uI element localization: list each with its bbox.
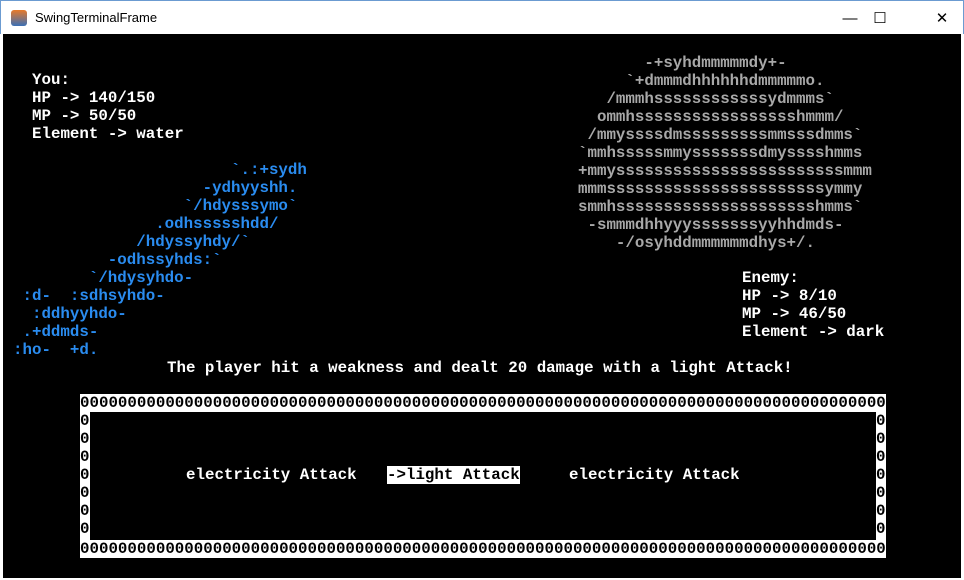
enemy-art-line: -+syhdmmmmmdy+- — [644, 54, 787, 72]
player-element: Element -> water — [32, 125, 184, 143]
player-art-line: :ddhyyhdo- — [31, 305, 127, 323]
player-art-line: .+ddmds- — [22, 323, 99, 341]
player-art-line: /hdyssyhdy/` — [136, 233, 250, 251]
menu-border-bottom: 0000000000000000000000000000000000000000… — [80, 540, 886, 558]
close-button[interactable]: ✕ — [919, 1, 964, 35]
enemy-hp: HP -> 8/10 — [742, 287, 837, 305]
player-art-line: :d- :sdhsyhdo- — [22, 287, 165, 305]
java-app-icon — [11, 10, 27, 26]
enemy-art-line: /mmmhssssssssssssydmmms` — [606, 90, 834, 108]
player-art-line: `/hdysssymo` — [183, 197, 298, 215]
player-art-line: `/hdysyhdo- — [88, 269, 194, 287]
player-art-line: -ydhyyshh. — [202, 179, 298, 197]
player-hp: HP -> 140/150 — [32, 89, 156, 107]
player-mp: MP -> 50/50 — [32, 107, 137, 125]
player-art-line: `.:+sydh — [231, 161, 307, 179]
enemy-art-line: -smmmdhhyyysssssssyyhhdmds- — [587, 216, 844, 234]
enemy-art-line: /mmyssssdmsssssssssmmsssdmms` — [587, 126, 863, 144]
action-electricity-attack-2[interactable]: electricity Attack — [569, 466, 740, 484]
enemy-art-line: `mmhsssssmmysssssssdmysssshmms — [578, 144, 863, 162]
menu-border-top: 0000000000000000000000000000000000000000… — [80, 394, 886, 412]
player-art-line: :ho- +d. — [13, 341, 99, 359]
enemy-mp: MP -> 46/50 — [742, 305, 847, 323]
enemy-art-line: -/osyhddmmmmmmdhys+/. — [578, 234, 815, 252]
title-bar: SwingTerminalFrame — ☐ ✕ — [0, 0, 964, 34]
terminal-area: You: HP -> 140/150 MP -> 50/50 Element -… — [3, 34, 961, 578]
action-electricity-attack-1[interactable]: electricity Attack — [186, 466, 357, 484]
player-art-line: .odhssssshdd/ — [155, 215, 279, 233]
battle-message: The player hit a weakness and dealt 20 d… — [167, 359, 793, 377]
enemy-art-line: +mmyssssssssssssssssssssssssmmm — [578, 162, 872, 180]
window-title: SwingTerminalFrame — [35, 10, 158, 25]
enemy-art-line: `+dmmmdhhhhhhdmmmmmo. — [625, 72, 825, 90]
enemy-ascii-art: -+syhdmmmmmdy+- `+dmmmdhhhhhhdmmmmmo. /m… — [578, 54, 872, 252]
enemy-art-line: ommhssssssssssssssssshmmm/ — [596, 108, 844, 126]
enemy-art-line: mmmsssssssssssssssssssssssymmy — [578, 180, 863, 198]
action-light-attack[interactable]: ->light Attack — [387, 466, 520, 484]
player-label: You: — [32, 71, 70, 89]
enemy-art-line: smmhssssssssssssssssssssshmms` — [578, 198, 863, 216]
player-art-line: -odhssyhds:` — [107, 251, 222, 269]
enemy-label: Enemy: — [742, 269, 799, 287]
menu-border-right: 0 0 0 0 0 0 0 — [876, 412, 886, 540]
enemy-stats: Enemy: HP -> 8/10 MP -> 46/50 Element ->… — [742, 269, 884, 341]
enemy-element: Element -> dark — [742, 323, 885, 341]
player-stats: You: HP -> 140/150 MP -> 50/50 Element -… — [32, 71, 184, 143]
player-ascii-art: `.:+sydh -ydhyyshh. `/hdysssymo` .odhsss… — [13, 161, 307, 359]
menu-border-left: 0 0 0 0 0 0 0 — [80, 412, 90, 540]
maximize-button[interactable]: ☐ — [857, 1, 903, 35]
